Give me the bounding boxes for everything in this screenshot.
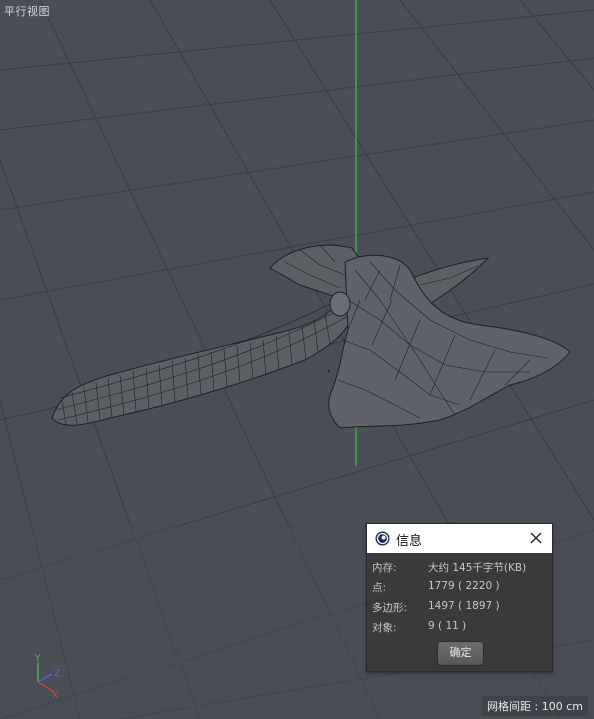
info-value: 1497 ( 1897 ) xyxy=(428,600,500,612)
axe-mesh[interactable] xyxy=(51,244,571,429)
axis-gizmo: Y Z X xyxy=(34,654,60,700)
view-mode-label[interactable]: 平行视图 xyxy=(4,3,50,19)
info-row-objects: 对象: 9 ( 11 ) xyxy=(372,618,550,636)
dialog-titlebar[interactable]: 信息 xyxy=(367,524,552,553)
info-row-polygons: 多边形: 1497 ( 1897 ) xyxy=(372,598,550,616)
cinema4d-logo-icon xyxy=(375,531,390,546)
info-value: 1779 ( 2220 ) xyxy=(428,580,500,592)
info-label: 内存: xyxy=(372,562,397,574)
axis-y-label: Y xyxy=(34,654,41,664)
ok-button[interactable]: 确定 xyxy=(437,641,484,666)
close-icon[interactable] xyxy=(526,528,546,548)
axis-z-label: Z xyxy=(54,669,60,679)
info-label: 多边形: xyxy=(372,602,408,614)
info-value: 9 ( 11 ) xyxy=(428,620,467,632)
info-label: 点: xyxy=(372,582,387,594)
info-label: 对象: xyxy=(372,622,397,634)
grid-spacing-label: 网格间距 : 100 cm xyxy=(482,696,588,716)
axis-x-label: X xyxy=(52,691,58,700)
dialog-title: 信息 xyxy=(396,534,423,549)
info-dialog[interactable]: 信息 内存: 大约 145千字节(KB) 点: 1779 ( 2220 ) 多边… xyxy=(366,523,553,672)
info-row-points: 点: 1779 ( 2220 ) xyxy=(372,578,550,596)
info-value: 大约 145千字节(KB) xyxy=(428,562,527,574)
info-row-memory: 内存: 大约 145千字节(KB) xyxy=(372,558,550,576)
3d-viewport[interactable]: 平行视图 Y Z X 网格间距 : 100 cm 信息 内存: 大约 145千字… xyxy=(0,0,594,719)
